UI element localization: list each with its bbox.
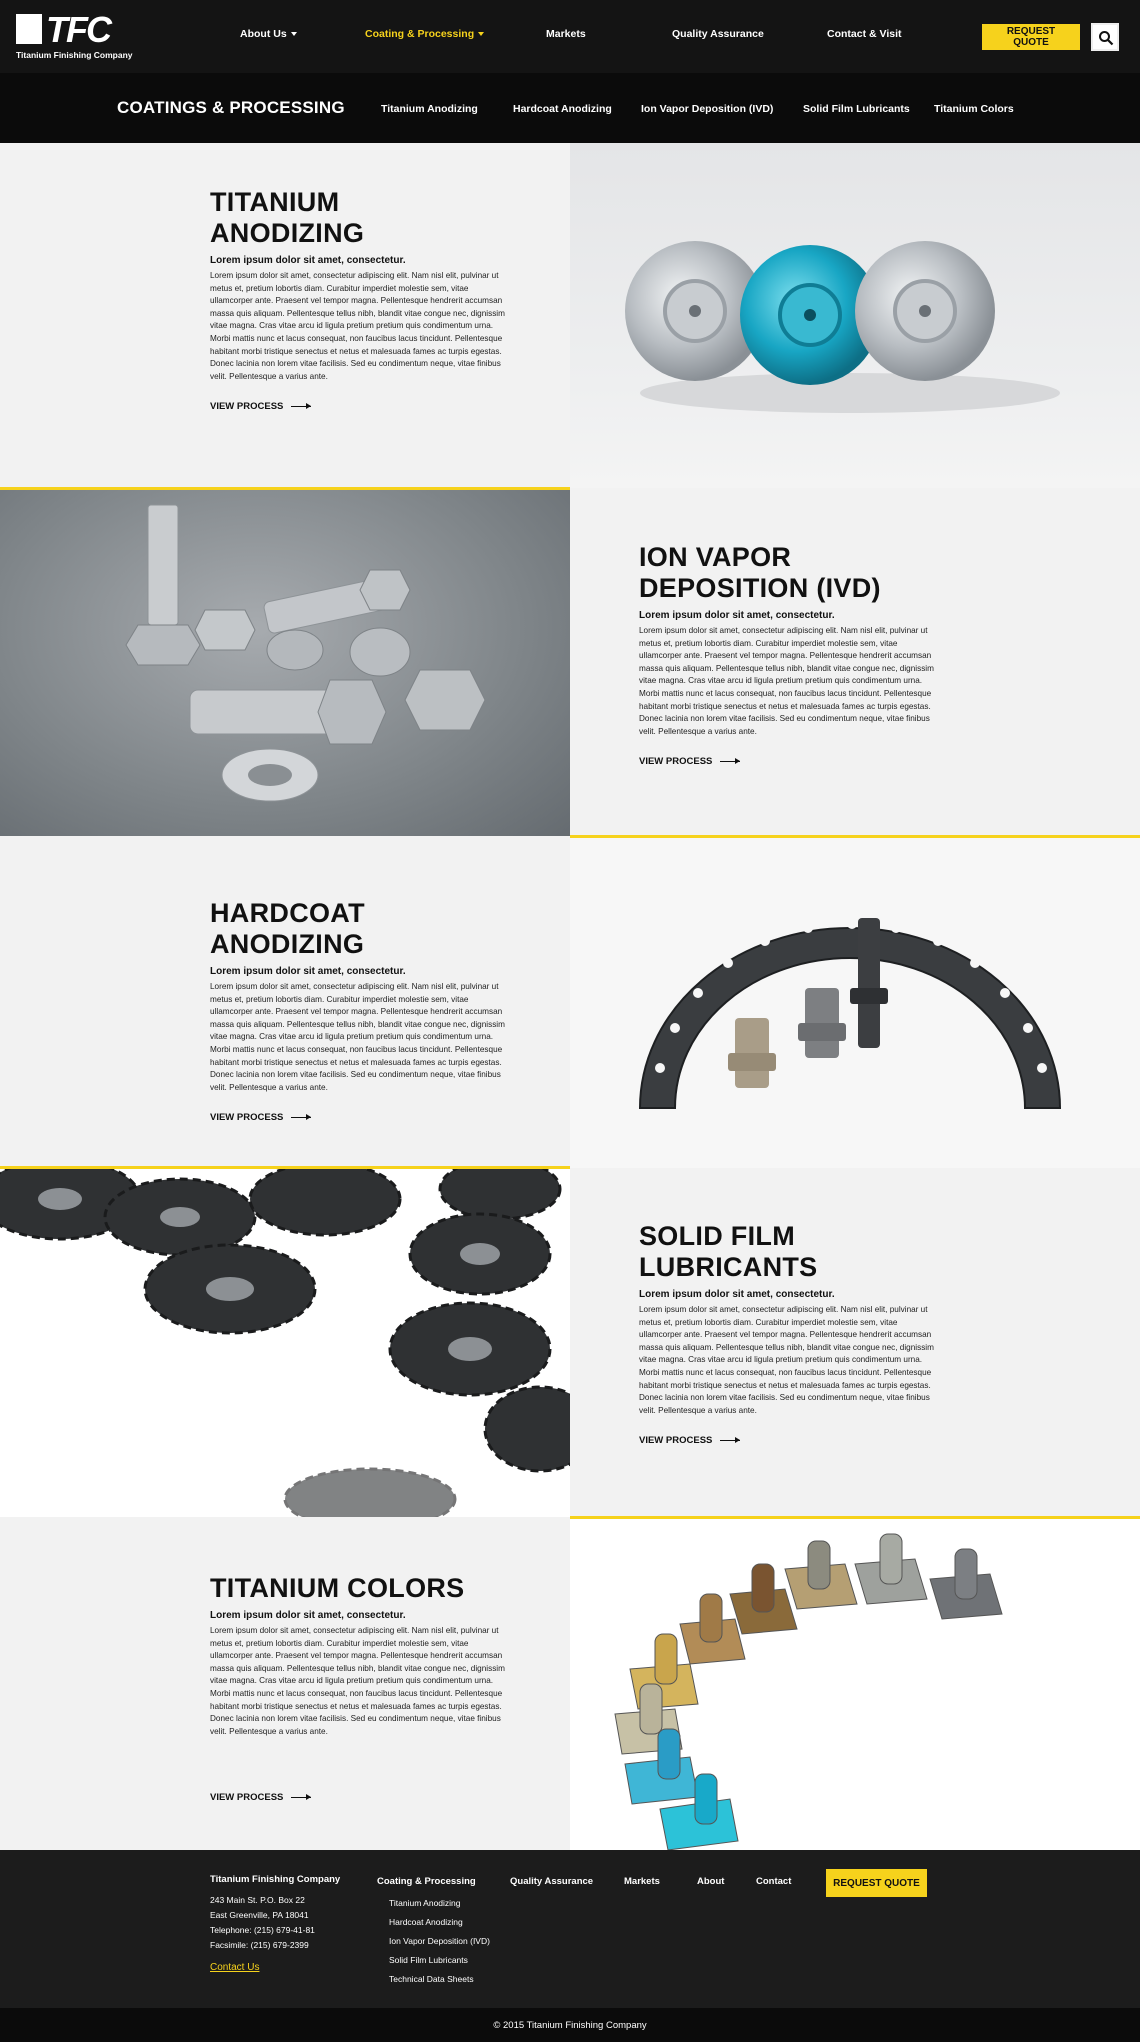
section-body: Lorem ipsum dolor sit amet, consectetur …: [639, 1305, 934, 1415]
chevron-down-icon: [478, 32, 485, 37]
view-process-link[interactable]: VIEW PROCESS: [210, 1112, 510, 1123]
hardcoat-parts-image: [570, 838, 1140, 1168]
footer-link-quality-assurance[interactable]: Quality Assurance: [510, 1876, 593, 1887]
footer-coating-item[interactable]: Hardcoat Anodizing: [389, 1917, 463, 1927]
subnav-titanium-anodizing[interactable]: Titanium Anodizing: [381, 103, 478, 115]
section-titanium-anodizing: TITANIUM ANODIZING Lorem ipsum dolor sit …: [0, 143, 570, 488]
section-lead: Lorem ipsum dolor sit amet, consectetur.: [639, 610, 835, 621]
footer-contact-us-link[interactable]: Contact Us: [210, 1962, 259, 1973]
footer-telephone: Telephone: (215) 679-41-81: [210, 1925, 315, 1935]
view-process-link[interactable]: VIEW PROCESS: [639, 756, 939, 767]
copyright-text: © 2015 Titanium Finishing Company: [493, 2020, 647, 2031]
solid-film-gears-image: [0, 1169, 570, 1517]
section-lead: Lorem ipsum dolor sit amet, consectetur.: [210, 1610, 406, 1621]
footer-link-markets[interactable]: Markets: [624, 1876, 660, 1887]
footer-company-name: Titanium Finishing Company: [210, 1874, 341, 1885]
subnav-solid-film-lubricants[interactable]: Solid Film Lubricants: [803, 103, 910, 115]
section-lead: Lorem ipsum dolor sit amet, consectetur.: [210, 255, 406, 266]
logo-subtitle: Titanium Finishing Company: [16, 50, 133, 60]
arrow-right-icon: [291, 1114, 312, 1121]
nav-about-us[interactable]: About Us: [240, 28, 297, 40]
copyright-bar: © 2015 Titanium Finishing Company: [0, 2008, 1140, 2042]
footer-link-contact[interactable]: Contact: [756, 1876, 791, 1887]
section-body: Lorem ipsum dolor sit amet, consectetur …: [210, 982, 505, 1092]
nav-quality-assurance[interactable]: Quality Assurance: [672, 28, 764, 40]
footer-coating-title[interactable]: Coating & Processing: [377, 1876, 476, 1887]
section-hardcoat-anodizing: HARDCOAT ANODIZING Lorem ipsum dolor sit …: [0, 838, 570, 1168]
footer-request-quote-button[interactable]: REQUEST QUOTE: [826, 1869, 927, 1897]
subnav-hardcoat-anodizing[interactable]: Hardcoat Anodizing: [513, 103, 612, 115]
request-quote-button[interactable]: REQUEST QUOTE: [982, 24, 1080, 50]
arrow-right-icon: [291, 403, 312, 410]
footer-coating-item[interactable]: Titanium Anodizing: [389, 1898, 461, 1908]
footer-facsimile: Facsimile: (215) 679-2399: [210, 1940, 309, 1950]
section-solid-film-lubricants: SOLID FILM LUBRICANTS Lorem ipsum dolor s…: [570, 1169, 1140, 1517]
section-title: SOLID FILM LUBRICANTS: [639, 1221, 818, 1282]
section-title: TITANIUM ANODIZING: [210, 187, 365, 248]
nav-coating-processing[interactable]: Coating & Processing: [365, 28, 485, 40]
arrow-right-icon: [291, 1794, 312, 1801]
section-body: Lorem ipsum dolor sit amet, consectetur …: [210, 1626, 505, 1736]
logo-mark: TFC: [16, 9, 124, 50]
footer-coating-item[interactable]: Technical Data Sheets: [389, 1974, 474, 1984]
ivd-hardware-image: [0, 490, 570, 836]
section-body: Lorem ipsum dolor sit amet, consectetur …: [639, 626, 934, 736]
arrow-right-icon: [720, 758, 741, 765]
titanium-anodizing-image: [570, 143, 1140, 488]
nav-markets[interactable]: Markets: [546, 28, 586, 40]
section-lead: Lorem ipsum dolor sit amet, consectetur.: [639, 1289, 835, 1300]
footer-address-line: East Greenville, PA 18041: [210, 1910, 309, 1920]
arrow-right-icon: [720, 1437, 741, 1444]
section-title: TITANIUM COLORS: [210, 1573, 465, 1603]
chevron-down-icon: [290, 32, 297, 37]
tfc-logo[interactable]: TFC Titanium Finishing Company: [16, 9, 133, 62]
footer-address-line: 243 Main St. P.O. Box 22: [210, 1895, 305, 1905]
footer-coating-item[interactable]: Solid Film Lubricants: [389, 1955, 468, 1965]
subnav-titanium-colors[interactable]: Titanium Colors: [934, 103, 1014, 115]
logo-text: TFC: [46, 9, 112, 50]
top-navigation-bar: TFC Titanium Finishing Company About Us …: [0, 0, 1140, 73]
section-body: Lorem ipsum dolor sit amet, consectetur …: [210, 271, 505, 381]
search-button[interactable]: [1091, 23, 1119, 51]
search-icon: [1099, 31, 1114, 46]
section-title: HARDCOAT ANODIZING: [210, 898, 365, 959]
section-titanium-colors: TITANIUM COLORS Lorem ipsum dolor sit am…: [0, 1519, 570, 1850]
site-footer: Titanium Finishing Company 243 Main St. …: [0, 1850, 1140, 2008]
view-process-link[interactable]: VIEW PROCESS: [639, 1435, 939, 1446]
nav-contact-visit[interactable]: Contact & Visit: [827, 28, 901, 40]
footer-coating-item[interactable]: Ion Vapor Deposition (IVD): [389, 1936, 490, 1946]
subnav-ivd[interactable]: Ion Vapor Deposition (IVD): [641, 103, 773, 115]
section-lead: Lorem ipsum dolor sit amet, consectetur.: [210, 966, 406, 977]
footer-link-about[interactable]: About: [697, 1876, 724, 1887]
section-ivd: ION VAPOR DEPOSITION (IVD) Lorem ipsum do…: [570, 490, 1140, 836]
titanium-colors-image: [570, 1519, 1140, 1850]
section-subnav-bar: COATINGS & PROCESSING Titanium Anodizing…: [0, 73, 1140, 143]
section-title: ION VAPOR DEPOSITION (IVD): [639, 542, 881, 603]
view-process-link[interactable]: VIEW PROCESS: [210, 1792, 510, 1803]
view-process-link[interactable]: VIEW PROCESS: [210, 401, 510, 412]
subnav-title: COATINGS & PROCESSING: [117, 98, 345, 117]
